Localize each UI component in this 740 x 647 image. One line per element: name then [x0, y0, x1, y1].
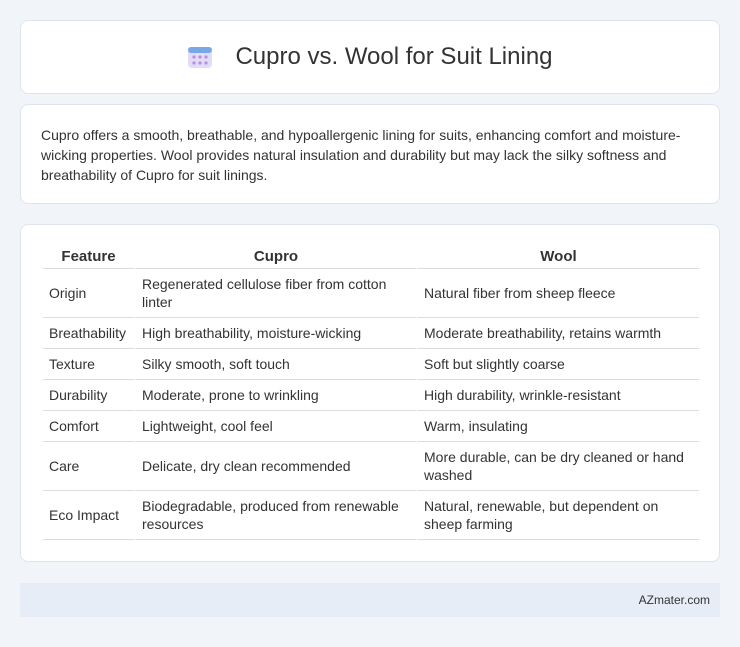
wool-cell: Natural, renewable, but dependent on she…: [416, 491, 699, 540]
feature-cell: Care: [43, 442, 134, 491]
table-row: Care Delicate, dry clean recommended Mor…: [43, 442, 699, 491]
feature-cell: Eco Impact: [43, 491, 134, 540]
comparison-table: Feature Cupro Wool Origin Regenerated ce…: [43, 245, 699, 540]
cupro-cell: Delicate, dry clean recommended: [134, 442, 416, 491]
table-header-row: Feature Cupro Wool: [43, 245, 699, 269]
table-row: Eco Impact Biodegradable, produced from …: [43, 491, 699, 540]
summary-card: Cupro offers a smooth, breathable, and h…: [20, 104, 720, 204]
wool-cell: High durability, wrinkle-resistant: [416, 380, 699, 411]
cupro-cell: High breathability, moisture-wicking: [134, 318, 416, 349]
page-title: Cupro vs. Wool for Suit Lining: [235, 43, 553, 70]
cupro-cell: Silky smooth, soft touch: [134, 349, 416, 380]
footer-site-link[interactable]: AZmater.com: [639, 593, 710, 607]
cupro-cell: Lightweight, cool feel: [134, 411, 416, 442]
wool-cell: More durable, can be dry cleaned or hand…: [416, 442, 699, 491]
table-row: Texture Silky smooth, soft touch Soft bu…: [43, 349, 699, 380]
table-row: Breathability High breathability, moistu…: [43, 318, 699, 349]
feature-cell: Origin: [43, 269, 134, 318]
table-row: Origin Regenerated cellulose fiber from …: [43, 269, 699, 318]
wool-cell: Natural fiber from sheep fleece: [416, 269, 699, 318]
wool-cell: Warm, insulating: [416, 411, 699, 442]
cupro-cell: Regenerated cellulose fiber from cotton …: [134, 269, 416, 318]
cupro-cell: Biodegradable, produced from renewable r…: [134, 491, 416, 540]
calendar-icon: [188, 47, 213, 68]
table-row: Comfort Lightweight, cool feel Warm, ins…: [43, 411, 699, 442]
feature-cell: Durability: [43, 380, 134, 411]
table-row: Durability Moderate, prone to wrinkling …: [43, 380, 699, 411]
cupro-cell: Moderate, prone to wrinkling: [134, 380, 416, 411]
header-cupro: Cupro: [134, 245, 416, 269]
wool-cell: Soft but slightly coarse: [416, 349, 699, 380]
header-wool: Wool: [416, 245, 699, 269]
feature-cell: Texture: [43, 349, 134, 380]
comparison-card: Feature Cupro Wool Origin Regenerated ce…: [20, 224, 720, 562]
summary-text: Cupro offers a smooth, breathable, and h…: [41, 127, 681, 183]
header-card: Cupro vs. Wool for Suit Lining: [20, 20, 720, 94]
wool-cell: Moderate breathability, retains warmth: [416, 318, 699, 349]
feature-cell: Breathability: [43, 318, 134, 349]
header-feature: Feature: [43, 245, 134, 269]
feature-cell: Comfort: [43, 411, 134, 442]
footer: AZmater.com: [20, 583, 720, 617]
